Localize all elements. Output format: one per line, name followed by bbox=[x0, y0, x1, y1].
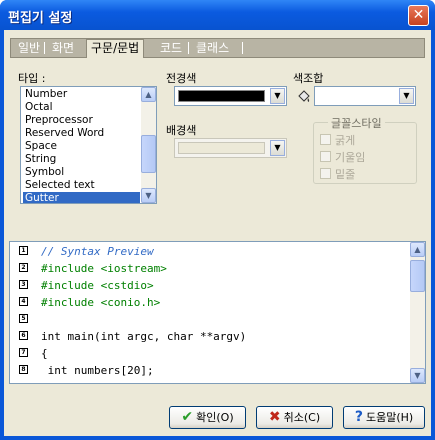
list-item[interactable]: Reserved Word bbox=[23, 127, 140, 140]
gutter-marker-icon: 5 bbox=[19, 314, 28, 323]
scroll-thumb[interactable] bbox=[141, 135, 156, 173]
background-swatch bbox=[178, 142, 265, 154]
scroll-thumb[interactable] bbox=[410, 260, 425, 292]
gutter-marker-icon: 4 bbox=[19, 297, 28, 306]
underline-checkbox[interactable] bbox=[320, 168, 331, 179]
background-color-combo[interactable]: ▼ bbox=[174, 138, 287, 158]
gutter-marker-icon: 1 bbox=[19, 246, 28, 255]
syntax-preview-editor[interactable]: 1 // Syntax Preview 2 #include <iostream… bbox=[9, 241, 426, 384]
ok-button[interactable]: ✔ 확인(O) bbox=[169, 406, 246, 429]
tab-syntax[interactable]: 구문/문법 bbox=[86, 39, 145, 58]
tab-strip: 일반 화면 구문/문법 코드 클래스 bbox=[10, 38, 425, 58]
element-label: 타입 : bbox=[18, 72, 46, 85]
list-scrollbar[interactable]: ▲ ▼ bbox=[141, 87, 156, 203]
scheme-label: 색조합 bbox=[293, 72, 324, 85]
tab-code[interactable]: 코드 bbox=[156, 40, 186, 56]
scroll-down-icon[interactable]: ▼ bbox=[410, 368, 425, 383]
bold-label: 굵게 bbox=[335, 134, 356, 147]
foreground-label: 전경색 bbox=[166, 72, 197, 85]
color-scheme-combo[interactable]: ▼ bbox=[314, 86, 416, 106]
gutter-marker-icon: 2 bbox=[19, 263, 28, 272]
foreground-color-combo[interactable]: ▼ bbox=[174, 86, 287, 106]
tab-display[interactable]: 화면 bbox=[48, 40, 78, 56]
bold-checkbox[interactable] bbox=[320, 134, 331, 145]
scroll-up-icon[interactable]: ▲ bbox=[141, 87, 156, 102]
ok-label: 확인(O) bbox=[196, 411, 234, 424]
foreground-swatch bbox=[178, 90, 265, 102]
list-item[interactable]: Symbol bbox=[23, 166, 140, 179]
dialog-window: 편집기 설정 ✕ 일반 화면 구문/문법 코드 클래스 타입 : Number … bbox=[0, 0, 435, 440]
tab-separator bbox=[188, 42, 189, 54]
cancel-button[interactable]: ✖ 취소(C) bbox=[256, 406, 333, 429]
list-item-selected[interactable]: Gutter bbox=[23, 192, 140, 203]
title-bar[interactable]: 편집기 설정 ✕ bbox=[0, 0, 435, 30]
list-item[interactable]: Number bbox=[23, 88, 140, 101]
tab-separator bbox=[242, 42, 243, 54]
scroll-down-icon[interactable]: ▼ bbox=[141, 188, 156, 203]
code-line: #include <cstdio> bbox=[41, 279, 154, 292]
code-line: int numbers[20]; bbox=[41, 364, 154, 377]
tab-class[interactable]: 클래스 bbox=[192, 40, 233, 56]
dropdown-arrow-icon[interactable]: ▼ bbox=[270, 88, 285, 104]
editor-scrollbar[interactable]: ▲ ▼ bbox=[410, 242, 425, 383]
gutter-marker-icon: 7 bbox=[19, 348, 28, 357]
background-label: 배경색 bbox=[166, 124, 197, 137]
gutter-marker-icon: 8 bbox=[19, 365, 28, 374]
font-style-label: 글꼴스타일 bbox=[328, 115, 385, 131]
list-item[interactable]: Selected text bbox=[23, 179, 140, 192]
list-item[interactable]: Preprocessor bbox=[23, 114, 140, 127]
paint-bucket-icon bbox=[296, 89, 312, 105]
element-listbox[interactable]: Number Octal Preprocessor Reserved Word … bbox=[20, 86, 157, 204]
dialog-client: 일반 화면 구문/문법 코드 클래스 타입 : Number Octal Pre… bbox=[4, 30, 431, 436]
code-line: // Syntax Preview bbox=[41, 245, 154, 258]
window-title: 편집기 설정 bbox=[8, 11, 73, 26]
x-icon: ✖ bbox=[268, 409, 281, 425]
italic-checkbox[interactable] bbox=[320, 151, 331, 162]
tab-separator bbox=[44, 42, 45, 54]
dropdown-arrow-icon[interactable]: ▼ bbox=[399, 88, 414, 104]
code-line: { bbox=[41, 347, 48, 360]
code-line: #include <conio.h> bbox=[41, 296, 161, 309]
help-button[interactable]: ? 도움말(H) bbox=[343, 406, 425, 429]
close-icon: ✕ bbox=[412, 7, 425, 23]
code-line: #include <iostream> bbox=[41, 262, 167, 275]
list-item[interactable]: Octal bbox=[23, 101, 140, 114]
underline-label: 밑줄 bbox=[335, 168, 356, 181]
code-line: int main(int argc, char **argv) bbox=[41, 330, 247, 343]
dropdown-arrow-icon[interactable]: ▼ bbox=[270, 140, 285, 156]
list-item[interactable]: Space bbox=[23, 140, 140, 153]
italic-label: 기울임 bbox=[335, 151, 366, 164]
close-button[interactable]: ✕ bbox=[408, 5, 429, 26]
check-icon: ✔ bbox=[181, 409, 194, 425]
gutter-marker-icon: 3 bbox=[19, 280, 28, 289]
list-item[interactable]: String bbox=[23, 153, 140, 166]
help-label: 도움말(H) bbox=[365, 411, 414, 424]
scroll-up-icon[interactable]: ▲ bbox=[410, 242, 425, 257]
tab-general[interactable]: 일반 bbox=[14, 40, 44, 56]
question-icon: ? bbox=[354, 409, 363, 425]
gutter-marker-icon: 6 bbox=[19, 331, 28, 340]
cancel-label: 취소(C) bbox=[283, 411, 321, 424]
